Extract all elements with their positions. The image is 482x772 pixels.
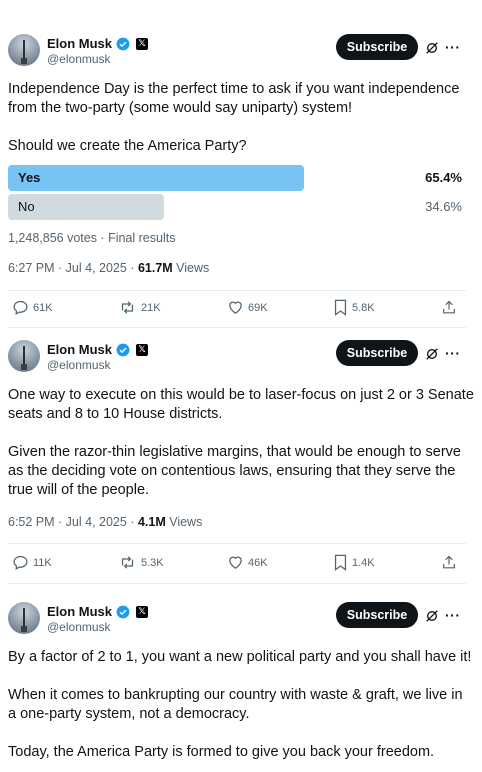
grok-icon[interactable] (424, 40, 440, 56)
poll-summary: 1,248,856 votes · Final results (8, 231, 176, 245)
author-handle[interactable]: @elonmusk (47, 620, 111, 634)
repost-count: 21K (141, 301, 161, 314)
action-bar: 61K 21K 69K 5.8K (0, 299, 482, 319)
reply-button[interactable]: 61K (12, 299, 53, 316)
x-affiliate-icon: 𝕏 (136, 605, 149, 618)
view-count: 4.1M (137, 515, 166, 529)
repost-button[interactable]: 5.3K (118, 554, 164, 571)
heart-icon (229, 556, 242, 569)
grok-icon[interactable] (424, 346, 440, 362)
reply-count: 61K (33, 301, 53, 314)
poll-option-no-percent: 34.6% (425, 199, 462, 214)
divider (8, 290, 466, 291)
author-handle[interactable]: @elonmusk (47, 52, 111, 66)
like-count: 69K (248, 301, 268, 314)
tweet-timestamp[interactable]: 6:27 PM · Jul 4, 2025 · 61.7M Views (8, 261, 209, 275)
tweet-text: Independence Day is the perfect time to … (8, 81, 460, 154)
author-name[interactable]: Elon Musk (47, 36, 112, 51)
subscribe-button[interactable]: Subscribe (336, 602, 418, 628)
heart-icon (229, 301, 242, 314)
tweet-timestamp[interactable]: 6:52 PM · Jul 4, 2025 · 4.1M Views (8, 515, 202, 529)
views-label: Views (172, 261, 210, 275)
verified-badge-icon (116, 37, 130, 50)
verified-badge-icon (116, 343, 130, 356)
bookmark-button[interactable]: 5.8K (333, 299, 375, 316)
tweet-time[interactable]: 6:52 PM · Jul 4, 2025 · (8, 515, 138, 529)
avatar[interactable] (8, 340, 40, 372)
share-icon (443, 555, 455, 569)
tweet-separator (8, 583, 466, 584)
like-count: 46K (248, 556, 268, 569)
tweet-separator (8, 327, 466, 328)
bookmark-icon (334, 554, 347, 571)
tweet-text: By a factor of 2 to 1, you want a new po… (8, 649, 472, 760)
tweet-1[interactable]: Elon Musk 𝕏 @elonmusk Subscribe ··· Inde… (0, 0, 482, 330)
share-icon (443, 300, 455, 314)
avatar[interactable] (8, 602, 40, 634)
tweet-3[interactable]: Elon Musk 𝕏 @elonmusk Subscribe ··· By a… (0, 592, 482, 772)
reply-icon (13, 300, 28, 316)
share-button[interactable] (441, 299, 457, 316)
repost-icon (121, 556, 134, 569)
bookmark-count: 5.8K (352, 301, 375, 314)
reply-button[interactable]: 11K (12, 554, 52, 571)
more-options-icon[interactable]: ··· (445, 345, 461, 361)
tweet-2[interactable]: Elon Musk 𝕏 @elonmusk Subscribe ··· One … (0, 330, 482, 600)
avatar[interactable] (8, 34, 40, 66)
like-button[interactable]: 46K (227, 554, 268, 571)
tweet-time[interactable]: 6:27 PM · Jul 4, 2025 · (8, 261, 138, 275)
view-count: 61.7M (137, 261, 173, 275)
subscribe-button[interactable]: Subscribe (336, 34, 418, 60)
poll-option-yes-percent: 65.4% (425, 170, 462, 185)
views-label: Views (165, 515, 203, 529)
poll-option-no-label: No (18, 199, 35, 214)
poll-option-yes-bar (8, 165, 304, 191)
grok-icon[interactable] (424, 608, 440, 624)
repost-icon (121, 301, 134, 314)
bookmark-button[interactable]: 1.4K (333, 554, 375, 571)
repost-button[interactable]: 21K (118, 299, 161, 316)
more-options-icon[interactable]: ··· (445, 39, 461, 55)
reply-icon (13, 555, 28, 571)
action-bar: 11K 5.3K 46K 1.4K (0, 554, 482, 574)
bookmark-count: 1.4K (352, 556, 375, 569)
subscribe-button[interactable]: Subscribe (336, 340, 418, 366)
more-options-icon[interactable]: ··· (445, 607, 461, 623)
author-handle[interactable]: @elonmusk (47, 358, 111, 372)
repost-count: 5.3K (141, 556, 164, 569)
x-affiliate-icon: 𝕏 (136, 37, 149, 50)
bookmark-icon (334, 299, 347, 316)
share-button[interactable] (441, 554, 457, 571)
verified-badge-icon (116, 605, 130, 618)
author-name[interactable]: Elon Musk (47, 604, 112, 619)
author-name[interactable]: Elon Musk (47, 342, 112, 357)
poll-option-yes-label: Yes (18, 170, 41, 185)
tweet-text: One way to execute on this would be to l… (8, 387, 474, 498)
reply-count: 11K (33, 556, 52, 569)
divider (8, 543, 466, 544)
like-button[interactable]: 69K (227, 299, 268, 316)
x-affiliate-icon: 𝕏 (136, 343, 149, 356)
